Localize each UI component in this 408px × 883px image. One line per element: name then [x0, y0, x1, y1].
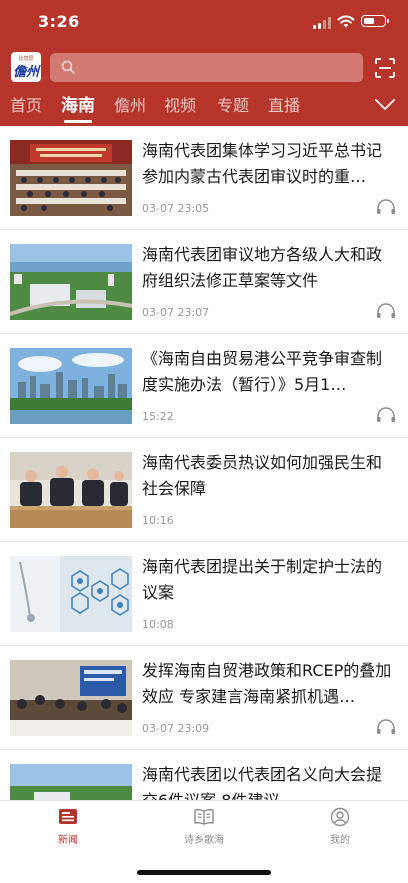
news-item[interactable]: 海南代表团以代表团名义向大会提交6件议案 8件建议 [0, 750, 408, 800]
battery-icon [361, 15, 389, 27]
scan-icon[interactable] [375, 58, 395, 78]
news-icon [59, 809, 77, 824]
wifi-icon [337, 15, 355, 28]
headphones-icon[interactable] [376, 407, 396, 423]
app-header: 3:26 比觉早 儋州 首页 海南 儋州 视频 专题 直播 [0, 0, 408, 126]
headphones-icon[interactable] [376, 719, 396, 735]
home-indicator [137, 870, 271, 875]
cellular-signal-icon [313, 17, 333, 29]
tab-hainan[interactable]: 海南 [61, 92, 95, 122]
app-logo[interactable]: 比觉早 儋州 [11, 52, 41, 82]
news-time: 03-07 23:09 [142, 722, 210, 735]
news-time: 15:22 [142, 410, 174, 423]
news-title: 海南代表团提出关于制定护士法的议案 [142, 557, 383, 602]
news-title: 海南代表团以代表团名义向大会提交6件议案 8件建议 [142, 765, 383, 800]
news-time: 10:08 [142, 618, 174, 631]
channel-tabs: 首页 海南 儋州 视频 专题 直播 [0, 92, 408, 123]
bottom-tab-label: 新闻 [58, 835, 78, 846]
tab-topics[interactable]: 专题 [217, 92, 249, 122]
news-item[interactable]: 海南代表团集体学习习近平总书记参加内蒙古代表团审议时的重… 03-07 23:0… [0, 126, 408, 230]
active-tab-indicator [64, 120, 92, 123]
news-time: 10:16 [142, 514, 174, 527]
bottom-tab-label: 诗乡歌海 [184, 835, 224, 846]
bottom-tab-news[interactable]: 新闻 [28, 807, 108, 846]
headphones-icon[interactable] [376, 199, 396, 215]
tab-home[interactable]: 首页 [10, 92, 42, 122]
tab-live[interactable]: 直播 [268, 92, 300, 122]
news-title: 《海南自由贸易港公平竞争审查制度实施办法（暂行）》5月1… [142, 349, 383, 394]
news-title: 海南代表团审议地方各级人大和政府组织法修正草案等文件 [142, 245, 383, 290]
status-time: 3:26 [38, 12, 80, 31]
news-thumbnail [10, 348, 132, 424]
news-thumbnail [10, 764, 132, 800]
news-time: 03-07 23:05 [142, 202, 210, 215]
bottom-tab-poetry[interactable]: 诗乡歌海 [164, 807, 244, 846]
user-icon [330, 807, 350, 827]
news-title: 发挥海南自贸港政策和RCEP的叠加效应 专家建言海南紧抓机遇… [142, 661, 392, 706]
news-time: 03-07 23:07 [142, 306, 210, 319]
search-icon [61, 60, 75, 74]
news-thumbnail [10, 244, 132, 320]
tab-video[interactable]: 视频 [164, 92, 196, 122]
news-thumbnail [10, 140, 132, 216]
logo-wordmark: 儋州 [12, 65, 39, 80]
news-item[interactable]: 海南代表委员热议如何加强民生和社会保障 10:16 [0, 438, 408, 542]
news-item[interactable]: 发挥海南自贸港政策和RCEP的叠加效应 专家建言海南紧抓机遇… 03-07 23… [0, 646, 408, 750]
news-thumbnail [10, 660, 132, 736]
headphones-icon[interactable] [376, 303, 396, 319]
news-item[interactable]: 海南代表团审议地方各级人大和政府组织法修正草案等文件 03-07 23:07 [0, 230, 408, 334]
news-list: 海南代表团集体学习习近平总书记参加内蒙古代表团审议时的重… 03-07 23:0… [0, 126, 408, 800]
news-item[interactable]: 《海南自由贸易港公平竞争审查制度实施办法（暂行）》5月1… 15:22 [0, 334, 408, 438]
news-title: 海南代表委员热议如何加强民生和社会保障 [142, 453, 383, 498]
news-item[interactable]: 海南代表团提出关于制定护士法的议案 10:08 [0, 542, 408, 646]
tab-danzhou[interactable]: 儋州 [114, 92, 146, 122]
news-thumbnail [10, 452, 132, 528]
chevron-down-icon[interactable] [374, 98, 396, 112]
news-title: 海南代表团集体学习习近平总书记参加内蒙古代表团审议时的重… [142, 141, 383, 186]
search-input[interactable] [50, 53, 363, 82]
bottom-tab-profile[interactable]: 我的 [300, 807, 380, 846]
status-bar: 3:26 [0, 0, 408, 44]
news-thumbnail [10, 556, 132, 632]
bottom-tab-label: 我的 [330, 835, 350, 846]
book-icon [194, 808, 214, 825]
